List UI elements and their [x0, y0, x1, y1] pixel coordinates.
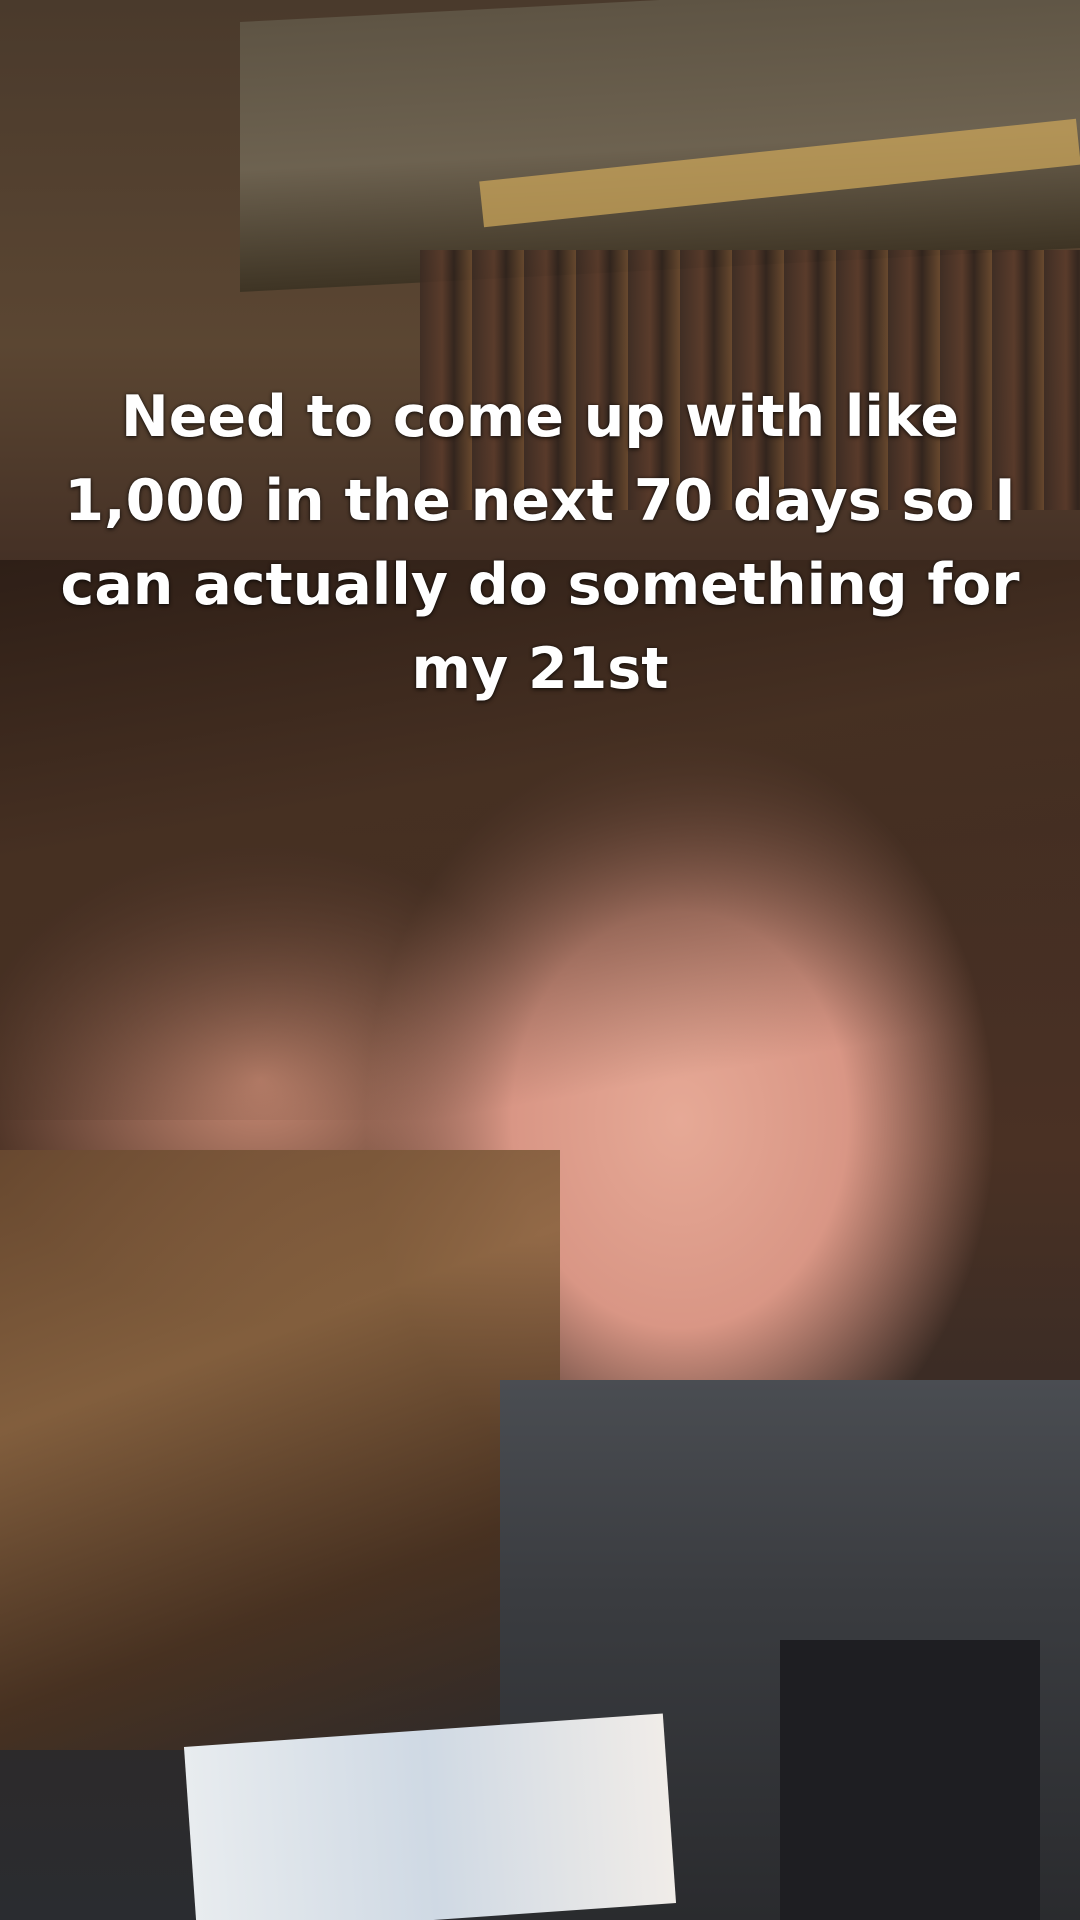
- hair-lower-region: [0, 1150, 560, 1750]
- caption-line: can actually do something for: [60, 552, 1020, 618]
- dark-object: [780, 1640, 1040, 1920]
- caption-line: Need to come up with like: [121, 384, 959, 450]
- video-frame: Need to come up with like 1,000 in the n…: [0, 0, 1080, 1920]
- caption-overlay: Need to come up with like 1,000 in the n…: [40, 375, 1040, 711]
- caption-line: my 21st: [411, 636, 669, 702]
- paper-sheet: [183, 1713, 677, 1920]
- caption-line: 1,000 in the next 70 days so I: [64, 468, 1016, 534]
